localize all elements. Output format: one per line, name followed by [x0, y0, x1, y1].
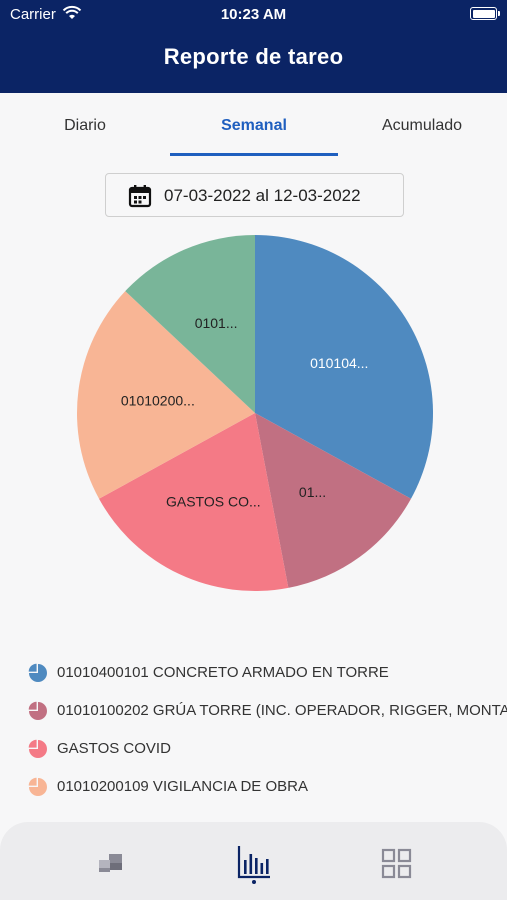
- legend-item: 01010100202 GRÚA TORRE (INC. OPERADOR, R…: [28, 693, 507, 731]
- page-title: Reporte de tareo: [163, 44, 344, 69]
- pie-slice-icon: [28, 777, 47, 796]
- legend-label: GASTOS COVID: [57, 740, 171, 757]
- tab-acumulado[interactable]: Acumulado: [337, 117, 507, 135]
- pie-slice-label: 0101...: [195, 315, 238, 331]
- tab-diario[interactable]: Diario: [0, 117, 170, 135]
- legend-label: 01010400101 CONCRETO ARMADO EN TORRE: [57, 664, 389, 681]
- status-bar: Carrier 10:23 AM: [0, 0, 507, 30]
- pie-slice-icon: [28, 701, 47, 720]
- bottom-navigation: [0, 822, 507, 900]
- bar-chart-icon[interactable]: [236, 844, 272, 880]
- pie-slice-icon: [28, 739, 47, 758]
- active-tab-indicator: [170, 153, 338, 156]
- legend-item: 01010200109 VIGILANCIA DE OBRA: [28, 769, 507, 807]
- status-time: 10:23 AM: [220, 6, 287, 23]
- chart-legend: 01010400101 CONCRETO ARMADO EN TORRE 010…: [28, 655, 507, 807]
- pie-slice-label: 010104...: [310, 355, 368, 371]
- blocks-icon[interactable]: [96, 852, 126, 876]
- date-range-picker[interactable]: 07-03-2022 al 12-03-2022: [105, 173, 404, 217]
- active-nav-indicator: [252, 880, 256, 884]
- date-range-label: 07-03-2022 al 12-03-2022: [164, 186, 361, 205]
- pie-slice-icon: [28, 663, 47, 682]
- battery-icon: [470, 7, 500, 20]
- legend-item: GASTOS COVID: [28, 731, 507, 769]
- app-header: Carrier 10:23 AM Reporte de tareo: [0, 0, 507, 93]
- legend-item: 01010400101 CONCRETO ARMADO EN TORRE: [28, 655, 507, 693]
- legend-label: 01010200109 VIGILANCIA DE OBRA: [57, 778, 308, 795]
- pie-slice-label: 01...: [299, 484, 326, 500]
- legend-label: 01010100202 GRÚA TORRE (INC. OPERADOR, R…: [57, 702, 507, 719]
- grid-icon[interactable]: [381, 848, 413, 880]
- tab-semanal[interactable]: Semanal: [169, 117, 339, 135]
- pie-chart: 010104... 01... GASTOS CO... 01010200... 010…: [77, 235, 434, 591]
- pie-slice-label: 01010200...: [121, 393, 195, 409]
- pie-slice-label: GASTOS CO...: [166, 494, 261, 510]
- period-tabs: Diario Semanal Acumulado: [0, 93, 507, 156]
- calendar-icon: [128, 185, 152, 208]
